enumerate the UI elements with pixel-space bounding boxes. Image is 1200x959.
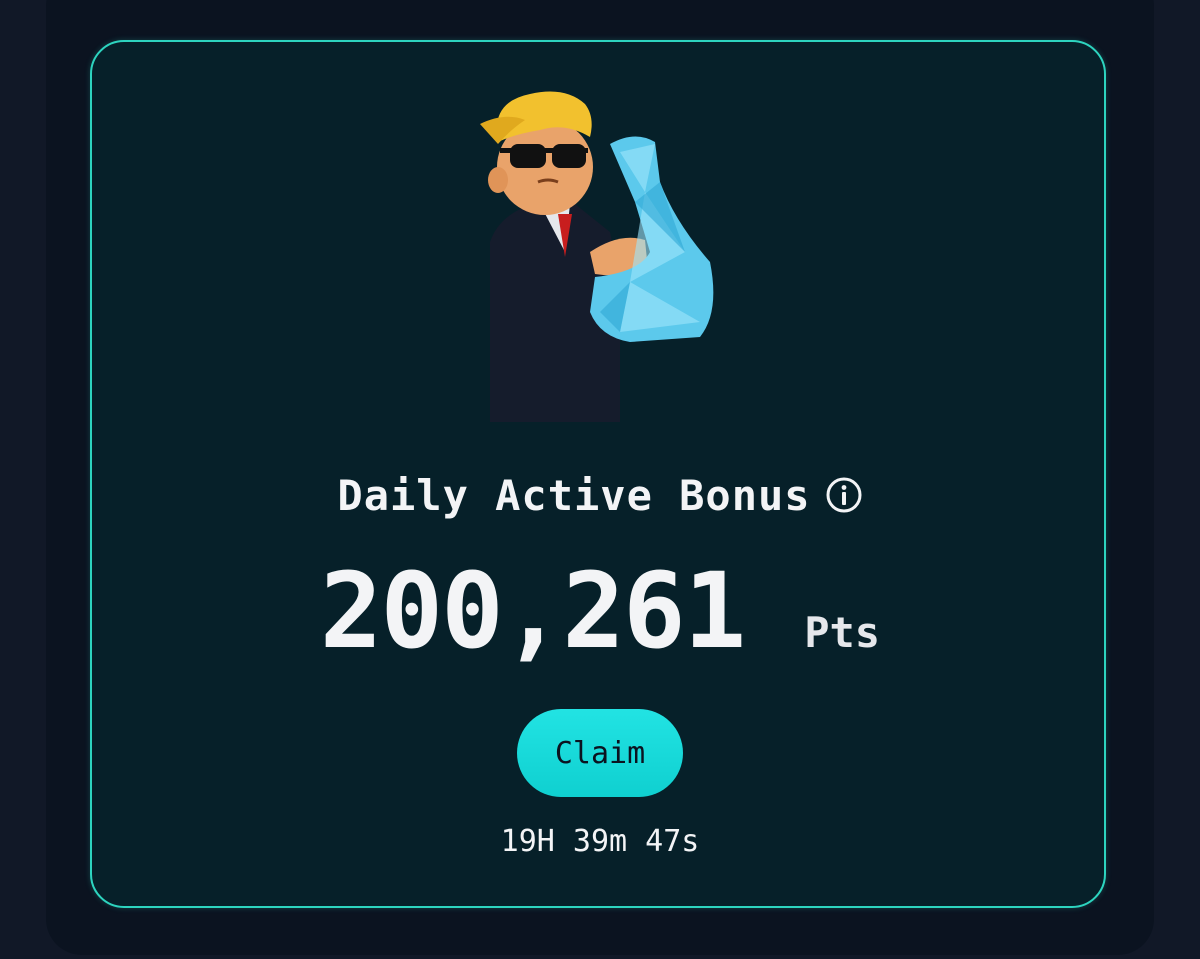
- claim-button[interactable]: Claim: [517, 709, 683, 797]
- bonus-title-row: Daily Active Bonus: [0, 470, 1200, 522]
- flexing-mascot-icon: [480, 91, 714, 422]
- bonus-title: Daily Active Bonus: [337, 471, 811, 520]
- points-row: 200,261 Pts: [0, 550, 1200, 672]
- info-icon[interactable]: [825, 476, 863, 514]
- countdown-timer: 19H 39m 47s: [500, 824, 700, 859]
- points-unit: Pts: [804, 608, 881, 657]
- points-value: 200,261: [319, 550, 746, 672]
